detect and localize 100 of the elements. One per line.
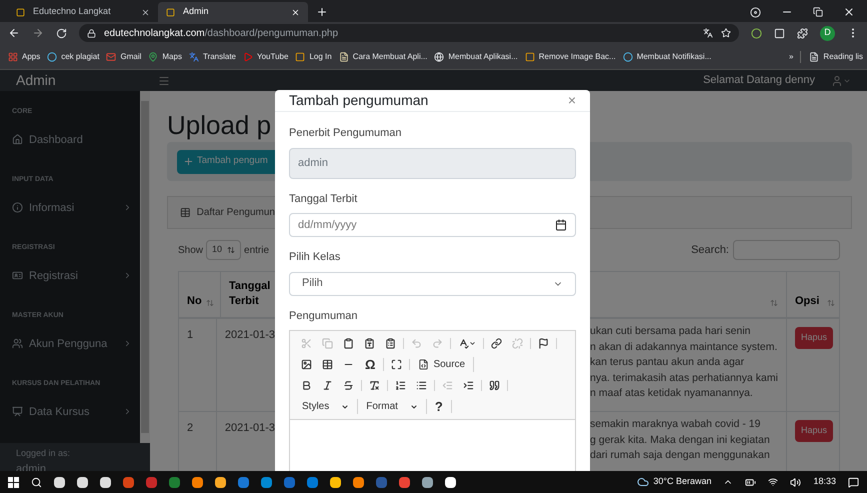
bookmark-link[interactable]: Membuat Aplikasi... [434, 50, 518, 62]
url-text: edutechnolangkat.com/dashboard/pengumuman.php [104, 26, 338, 40]
entries-select[interactable]: 10 [206, 240, 242, 260]
bookmark-link[interactable]: YouTube [243, 50, 288, 62]
close-icon[interactable] [141, 8, 150, 16]
battery-icon[interactable] [745, 476, 756, 488]
lock-icon [87, 28, 96, 38]
bookmark-link[interactable]: Translate [188, 50, 236, 62]
notification-icon[interactable] [848, 476, 859, 488]
toolbar-button[interactable]: Ω [361, 358, 380, 371]
favicon-icon [16, 8, 25, 16]
caret-icon [469, 340, 476, 347]
extension-icon[interactable] [751, 28, 762, 38]
table-cell-text: n akan di adakannya maintance system. [590, 340, 778, 354]
column-header[interactable]: Tanggal Terbit [221, 272, 275, 317]
weather-icon [637, 476, 650, 488]
bookmark-icon [295, 52, 306, 62]
publisher-field[interactable]: admin [289, 148, 576, 178]
bookmark-link[interactable]: Membuat Notifikasi... [622, 50, 712, 62]
class-select[interactable]: Pilih [289, 272, 576, 296]
volume-icon[interactable] [790, 476, 802, 488]
app-icon[interactable] [330, 476, 341, 488]
sort-icon [206, 299, 214, 307]
table-cell-text: nya. terimakasih atas perhatiannya kami [590, 370, 779, 386]
search-icon[interactable] [31, 476, 42, 488]
italic-icon [322, 380, 333, 391]
sidebar-item-icon [12, 406, 23, 418]
updown-icon [227, 246, 236, 254]
toolbar-button[interactable]: ? [430, 400, 447, 413]
scrollbar[interactable] [140, 91, 150, 443]
profile-avatar[interactable]: D [820, 26, 835, 40]
app-icon[interactable] [445, 476, 456, 488]
new-tab-icon[interactable] [316, 6, 328, 18]
bookmark-link[interactable]: Gmail [106, 50, 142, 62]
date-field[interactable]: dd/mm/yyyy [289, 213, 576, 237]
table-cell-text: dari rumah saja dengan menggunakan [590, 448, 771, 463]
caret-icon [341, 402, 350, 410]
tab-title: Admin [183, 5, 210, 18]
app-icon[interactable] [353, 476, 364, 488]
bookmark-link[interactable]: cek plagiat [47, 50, 100, 62]
sidebar-item-icon [12, 202, 23, 214]
network-icon[interactable] [768, 477, 778, 487]
bookmark-icon [338, 52, 349, 62]
bookmark-link[interactable]: Maps [148, 50, 182, 62]
media-icon[interactable] [750, 6, 761, 18]
close-icon[interactable] [843, 6, 855, 18]
bookmark-link[interactable]: Remove Image Bac... [524, 50, 616, 62]
extensions-icon[interactable] [797, 28, 808, 38]
image-icon [301, 359, 312, 370]
reading-list-link[interactable]: Reading lis [800, 50, 863, 62]
forward-icon[interactable] [32, 27, 44, 39]
bookmark-icon [243, 52, 253, 62]
bookmark-link[interactable]: Cara Membuat Apli... [338, 50, 428, 62]
bookmark-icon [524, 52, 535, 62]
star-icon[interactable] [721, 28, 731, 38]
browser-tab[interactable]: Admin [158, 2, 308, 22]
format-dropdown[interactable]: Styles [298, 399, 354, 414]
sort-icon [827, 299, 836, 307]
source-button[interactable]: Source [414, 357, 470, 372]
close-button[interactable]: × [568, 90, 576, 111]
modal-title: Tambah pengumuman [289, 91, 428, 110]
bookmark-icon [622, 52, 633, 62]
bookmark-link[interactable]: Log In [295, 50, 332, 62]
quote-icon [489, 380, 500, 391]
undo-icon [411, 338, 422, 349]
field-label: Tanggal Terbit [289, 192, 358, 206]
app-icon[interactable] [215, 476, 226, 488]
app-icon[interactable] [100, 476, 111, 488]
indent-icon [463, 380, 474, 391]
bookmarks-overflow[interactable]: » [788, 50, 794, 62]
flag-icon [538, 338, 549, 349]
brand-title: Admin [16, 71, 57, 90]
bookmark-icon [188, 52, 199, 62]
bookmark-link[interactable]: Apps [8, 50, 40, 62]
app-icon[interactable] [422, 476, 433, 488]
clock-text: 18:33 [813, 475, 836, 488]
restore-icon[interactable] [813, 7, 823, 17]
browser-tab[interactable]: Edutechno Langkat [8, 2, 158, 22]
column-header[interactable]: Opsi [786, 272, 839, 317]
column-header[interactable]: No [179, 272, 221, 317]
table-cell-text: 2021-01-3 [224, 421, 275, 436]
numbered-list-icon [395, 380, 406, 391]
search-field[interactable] [733, 240, 840, 260]
strikethrough-icon [343, 380, 354, 391]
app-icon[interactable] [77, 476, 88, 488]
back-icon[interactable] [8, 27, 20, 39]
app-icon[interactable] [192, 476, 203, 488]
clear-format-icon [369, 380, 380, 391]
page-title: Upload p [167, 112, 272, 138]
paste-icon [343, 338, 354, 349]
windows-logo-icon[interactable] [8, 476, 19, 488]
reload-icon[interactable] [56, 28, 67, 38]
translate-icon[interactable] [703, 28, 713, 38]
bookmark-icon [148, 52, 158, 62]
address-bar[interactable]: edutechnolangkat.com/dashboard/pengumuman.php [79, 24, 739, 42]
format-dropdown[interactable]: Format [362, 399, 422, 414]
paste-text-icon [364, 338, 375, 349]
bullet-list-icon [416, 380, 427, 391]
field-label: Pengumuman [289, 308, 358, 324]
app-icon[interactable] [54, 476, 65, 488]
